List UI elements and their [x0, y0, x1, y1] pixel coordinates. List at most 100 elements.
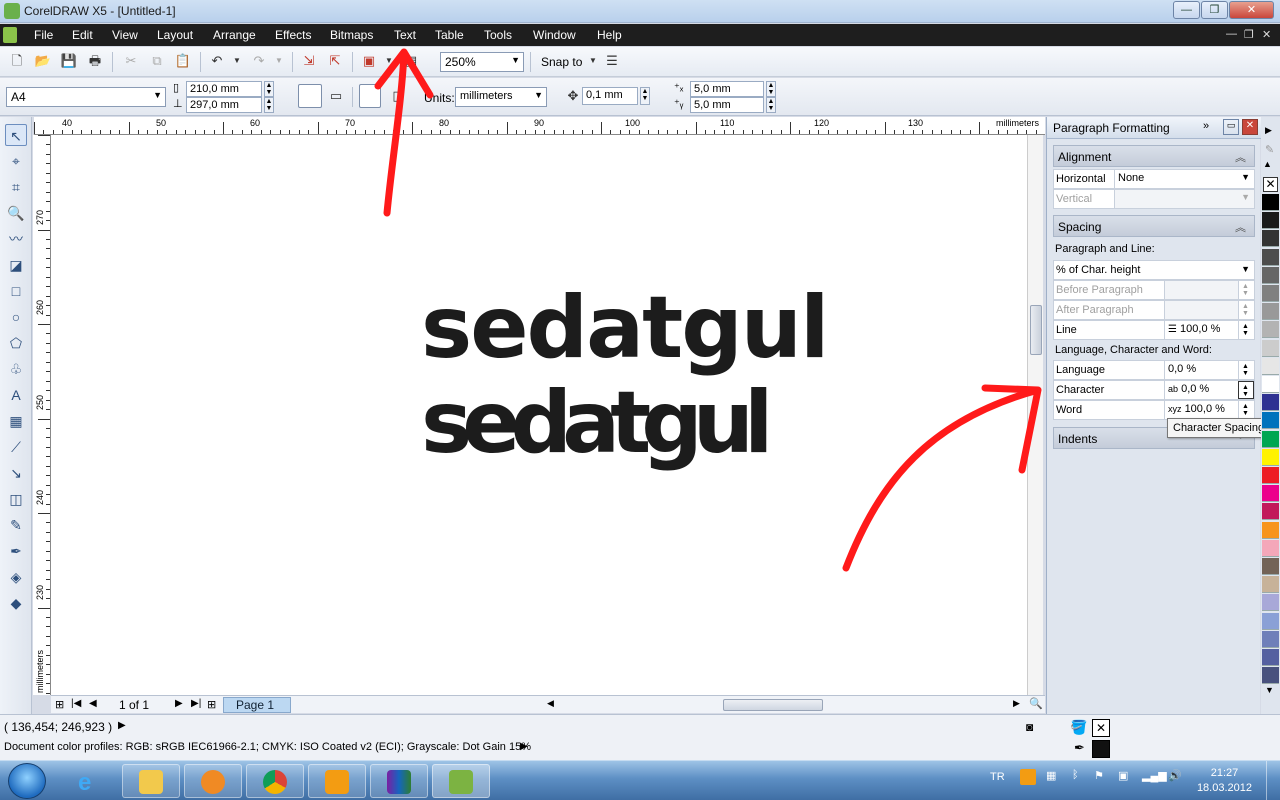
- color-swatch[interactable]: [1262, 194, 1279, 211]
- profiles-expand-icon[interactable]: ▶: [520, 741, 528, 752]
- undo-icon[interactable]: ↶: [208, 52, 226, 70]
- add-page-after-icon[interactable]: ⊞: [207, 698, 216, 711]
- spacing-unit-combo[interactable]: % of Char. height ▼: [1053, 260, 1255, 280]
- color-swatch[interactable]: [1262, 376, 1279, 393]
- launcher-dropdown-icon[interactable]: ▼: [380, 52, 398, 70]
- doc-minimize-icon[interactable]: —: [1226, 28, 1237, 40]
- menu-edit[interactable]: Edit: [72, 28, 93, 42]
- scroll-right-icon[interactable]: ▶: [1013, 698, 1020, 709]
- maximize-button[interactable]: ❐: [1201, 1, 1228, 19]
- page-height-spinner[interactable]: ▲ ▼: [264, 97, 274, 113]
- taskbar-explorer[interactable]: [122, 764, 180, 798]
- add-page-before-icon[interactable]: ⊞: [55, 698, 64, 711]
- color-swatch[interactable]: [1262, 339, 1279, 357]
- blend-tool-icon[interactable]: ◫: [5, 488, 27, 510]
- color-swatch[interactable]: [1262, 467, 1279, 484]
- snap-dropdown-icon[interactable]: ▼: [584, 52, 602, 70]
- language-spacing-field[interactable]: 0,0 %: [1164, 361, 1238, 379]
- connector-tool-icon[interactable]: ↘: [5, 462, 27, 484]
- clock[interactable]: 21:27 18.03.2012: [1197, 766, 1252, 796]
- no-fill-swatch[interactable]: ✕: [1263, 177, 1278, 192]
- color-swatch[interactable]: [1262, 503, 1279, 521]
- smart-fill-tool-icon[interactable]: ◪: [5, 254, 27, 276]
- color-swatch[interactable]: [1262, 539, 1279, 557]
- interactive-fill-tool-icon[interactable]: ◆: [5, 592, 27, 614]
- color-swatch[interactable]: [1262, 303, 1279, 321]
- line-spacing-spinner[interactable]: ▲ ▼: [1238, 321, 1254, 339]
- text-object-line2[interactable]: sedatgul: [421, 380, 773, 466]
- color-swatch[interactable]: [1262, 630, 1279, 648]
- input-language[interactable]: TR: [990, 771, 1005, 783]
- all-pages-button[interactable]: [359, 84, 381, 108]
- volume-icon[interactable]: 🔊: [1168, 769, 1182, 782]
- docker-expand-icon[interactable]: »: [1203, 120, 1209, 132]
- doc-restore-icon[interactable]: ❐: [1244, 28, 1254, 41]
- bluetooth-icon[interactable]: ᛒ: [1072, 769, 1079, 781]
- nudge-spinner[interactable]: ▲ ▼: [640, 87, 650, 105]
- redo-dropdown-icon[interactable]: ▼: [270, 52, 288, 70]
- duplicate-y-spinner[interactable]: ▲ ▼: [766, 97, 776, 113]
- docker-minimize-icon[interactable]: ▭: [1223, 119, 1239, 135]
- current-page-icon[interactable]: ▯: [387, 87, 405, 105]
- status-expand-icon[interactable]: ▶: [118, 720, 126, 731]
- duplicate-x-spinner[interactable]: ▲ ▼: [766, 81, 776, 97]
- internet-explorer-icon[interactable]: e: [78, 769, 91, 797]
- tray-device-icon[interactable]: ▣: [1118, 769, 1128, 782]
- color-swatch[interactable]: [1262, 266, 1279, 284]
- vertical-scroll-thumb[interactable]: [1030, 305, 1042, 355]
- doc-close-icon[interactable]: ✕: [1262, 28, 1271, 41]
- color-swatch[interactable]: [1262, 412, 1279, 430]
- paste-icon[interactable]: 📋: [174, 52, 192, 70]
- outline-indicator-icon[interactable]: ✒: [1074, 740, 1085, 756]
- taskbar-chrome[interactable]: [246, 764, 304, 798]
- menu-window[interactable]: Window: [533, 28, 576, 42]
- scroll-left-icon[interactable]: ◀: [547, 698, 554, 709]
- next-page-icon[interactable]: ▶: [175, 698, 183, 709]
- export-icon[interactable]: ⇱: [326, 52, 344, 70]
- table-tool-icon[interactable]: ▦: [5, 410, 27, 432]
- taskbar-coreldraw[interactable]: [432, 764, 490, 798]
- color-swatch[interactable]: [1262, 612, 1279, 630]
- collapse-chevron-icon[interactable]: ︽: [1235, 219, 1246, 235]
- show-desktop-button[interactable]: [1266, 761, 1280, 800]
- crop-tool-icon[interactable]: ⌗: [5, 176, 27, 198]
- new-icon[interactable]: 🗋: [8, 52, 26, 70]
- color-swatch[interactable]: [1262, 448, 1279, 466]
- zoom-combo[interactable]: 250% ▼: [440, 52, 524, 72]
- vertical-alignment-combo[interactable]: ▼: [1114, 190, 1254, 208]
- palette-scroll-down-icon[interactable]: ▼: [1265, 685, 1274, 695]
- color-profiles-text[interactable]: Document color profiles: RGB: sRGB IEC61…: [4, 741, 531, 753]
- page-tab[interactable]: Page 1: [223, 697, 291, 713]
- dimension-tool-icon[interactable]: ⟋: [5, 436, 27, 458]
- horizontal-scroll-thumb[interactable]: [723, 699, 823, 711]
- print-icon[interactable]: 🖶: [86, 52, 104, 70]
- color-swatch[interactable]: [1262, 430, 1279, 448]
- last-page-icon[interactable]: ▶|: [191, 698, 201, 709]
- color-swatch[interactable]: [1262, 212, 1279, 230]
- color-swatch[interactable]: [1262, 485, 1279, 503]
- before-paragraph-spinner[interactable]: ▲ ▼: [1238, 281, 1254, 299]
- color-swatch[interactable]: [1262, 594, 1279, 612]
- nudge-distance-field[interactable]: 0,1 mm: [582, 87, 638, 105]
- taskbar-media-player[interactable]: [184, 764, 242, 798]
- tray-outlook-icon[interactable]: [1020, 769, 1036, 785]
- import-icon[interactable]: ⇲: [300, 52, 318, 70]
- drawing-canvas[interactable]: sedatgul sedatgul: [51, 135, 1027, 695]
- fill-color-swatch[interactable]: ✕: [1092, 719, 1110, 737]
- color-swatch[interactable]: [1262, 357, 1279, 375]
- docker-close-icon[interactable]: ✕: [1242, 119, 1258, 135]
- palette-scroll-icon[interactable]: ▲: [1263, 159, 1272, 169]
- page-width-field[interactable]: 210,0 mm: [186, 81, 262, 97]
- cut-icon[interactable]: ✂: [122, 52, 140, 70]
- eyedropper-tool-icon[interactable]: ✎: [5, 514, 27, 536]
- menu-arrange[interactable]: Arrange: [213, 28, 256, 42]
- close-button[interactable]: ✕: [1229, 1, 1274, 19]
- spacing-section-header[interactable]: Spacing ︽: [1053, 215, 1255, 237]
- portrait-button[interactable]: [298, 84, 322, 108]
- open-icon[interactable]: 📂: [34, 52, 52, 70]
- before-paragraph-field[interactable]: [1164, 281, 1238, 299]
- after-paragraph-spinner[interactable]: ▲ ▼: [1238, 301, 1254, 319]
- collapse-chevron-icon[interactable]: ︽: [1235, 149, 1246, 165]
- after-paragraph-field[interactable]: [1164, 301, 1238, 319]
- menu-layout[interactable]: Layout: [157, 28, 193, 42]
